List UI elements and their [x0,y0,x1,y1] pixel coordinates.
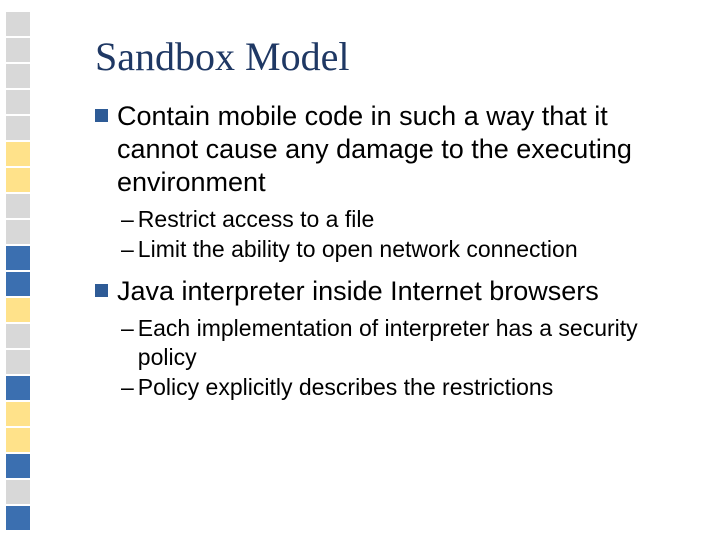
sidebar-block [6,428,30,452]
sidebar-block [6,12,30,36]
sub-item: – Restrict access to a file [95,205,690,235]
sub-item: – Limit the ability to open network conn… [95,235,690,265]
sub-text: Restrict access to a file [138,205,374,235]
sub-text: Limit the ability to open network connec… [138,235,578,265]
sidebar-block [6,90,30,114]
sidebar-block [6,194,30,218]
slide-content: Sandbox Model Contain mobile code in suc… [95,33,690,413]
sidebar-block [6,376,30,400]
sidebar-block [6,506,30,530]
bullet-item: Contain mobile code in such a way that i… [95,100,690,265]
sidebar-block [6,168,30,192]
sidebar-block [6,38,30,62]
bullet-text: Java interpreter inside Internet browser… [117,275,599,308]
sidebar-block [6,220,30,244]
sidebar-block [6,64,30,88]
sidebar-block [6,324,30,348]
sidebar-block [6,402,30,426]
bullet-item: Java interpreter inside Internet browser… [95,275,690,404]
dash-icon: – [121,314,134,344]
sidebar-block [6,116,30,140]
square-bullet-icon [95,109,108,122]
sidebar-block [6,480,30,504]
sub-text: Each implementation of interpreter has a… [138,314,690,374]
sidebar-block [6,350,30,374]
sidebar-block [6,272,30,296]
dash-icon: – [121,373,134,403]
sidebar-block [6,298,30,322]
dash-icon: – [121,205,134,235]
sidebar-block [6,142,30,166]
sub-item: – Each implementation of interpreter has… [95,314,690,374]
decorative-sidebar [0,0,36,540]
sidebar-block [6,454,30,478]
square-bullet-icon [95,284,108,297]
sub-list: – Restrict access to a file – Limit the … [95,205,690,265]
dash-icon: – [121,235,134,265]
sub-text: Policy explicitly describes the restrict… [138,373,553,403]
sidebar-block [6,246,30,270]
sub-list: – Each implementation of interpreter has… [95,314,690,404]
bullet-text: Contain mobile code in such a way that i… [117,100,690,199]
slide-title: Sandbox Model [95,33,690,80]
sub-item: – Policy explicitly describes the restri… [95,373,690,403]
